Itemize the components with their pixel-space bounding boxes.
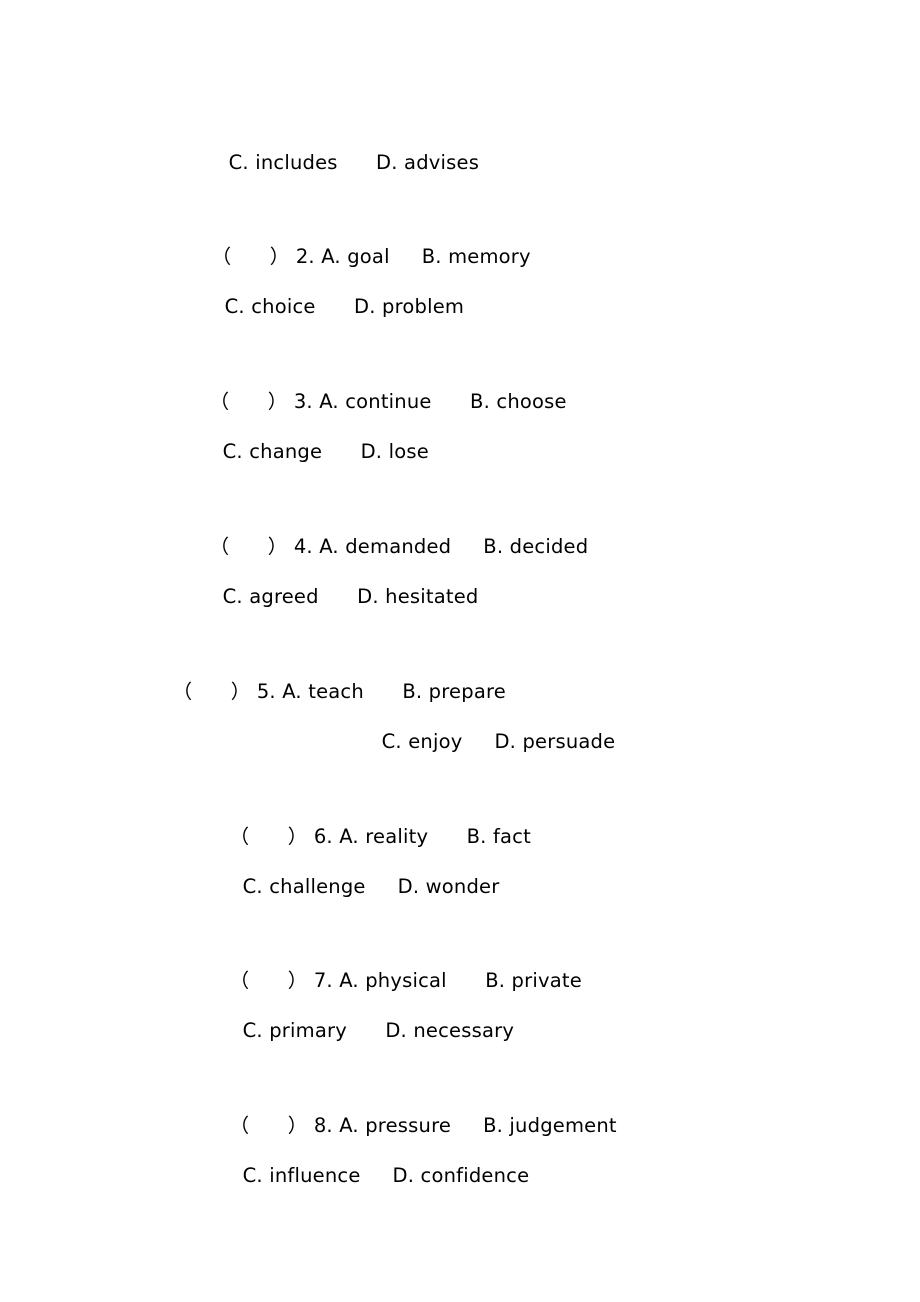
question-5-option-a: A. teach [282, 680, 364, 703]
question-2-options-cd-line: C. choice D. problem [199, 268, 464, 346]
question-6-option-a: A. reality [339, 825, 429, 848]
question-4-option-b: B. decided [483, 535, 589, 558]
question-3-option-d: D. lose [360, 440, 429, 463]
question-2-option-b: B. memory [421, 245, 531, 268]
question-6-number: 6. [313, 825, 333, 848]
question-6-option-c: C. challenge [242, 875, 366, 898]
question-2-option-a: A. goal [321, 245, 390, 268]
question-4-option-c: C. agreed [222, 585, 319, 608]
question-8-options-cd-line: C. influence D. confidence [217, 1137, 529, 1215]
question-7-option-b: B. private [485, 969, 582, 992]
question-7-option-d: D. necessary [385, 1019, 515, 1042]
question-6-option-b: B. fact [466, 825, 531, 848]
question-7-number: 7. [313, 969, 333, 992]
question-7-answer-blank[interactable]: （ ） [230, 969, 308, 992]
question-3-options-cd-line: C. change D. lose [197, 413, 429, 491]
question-3-option-c: C. change [222, 440, 323, 463]
question-2-number: 2. [295, 245, 315, 268]
question-3-option-a: A. continue [319, 390, 432, 413]
question-8-number: 8. [313, 1114, 333, 1137]
question-4-number: 4. [293, 535, 313, 558]
question-5-number: 5. [256, 680, 276, 703]
question-8-option-b: B. judgement [483, 1114, 617, 1137]
question-1-option-c: C. includes [228, 151, 338, 174]
question-7-options-cd-line: C. primary D. necessary [217, 992, 514, 1070]
question-5-options-cd-line: C. enjoy D. persuade [356, 703, 616, 781]
question-3-answer-blank[interactable]: （ ） [210, 390, 288, 413]
question-7-option-c: C. primary [242, 1019, 347, 1042]
question-4-option-d: D. hesitated [357, 585, 479, 608]
question-8-option-a: A. pressure [339, 1114, 452, 1137]
question-6-option-d: D. wonder [397, 875, 500, 898]
question-2-option-d: D. problem [353, 295, 465, 318]
question-8-option-d: D. confidence [392, 1164, 530, 1187]
question-1-options-cd-line: C. includes D. advises [203, 124, 479, 202]
question-3-option-b: B. choose [470, 390, 567, 413]
question-4-options-cd-line: C. agreed D. hesitated [197, 558, 479, 636]
question-2-answer-blank[interactable]: （ ） [212, 245, 290, 268]
question-6-options-cd-line: C. challenge D. wonder [217, 848, 500, 926]
question-5-option-b: B. prepare [402, 680, 506, 703]
question-7-option-a: A. physical [339, 969, 447, 992]
question-8-answer-blank[interactable]: （ ） [230, 1114, 308, 1137]
question-6-answer-blank[interactable]: （ ） [230, 825, 308, 848]
question-8-option-c: C. influence [242, 1164, 361, 1187]
question-5-answer-blank[interactable]: （ ） [173, 680, 251, 703]
question-3-number: 3. [293, 390, 313, 413]
question-4-answer-blank[interactable]: （ ） [210, 535, 288, 558]
question-2-option-c: C. choice [224, 295, 316, 318]
question-1-option-d: D. advises [376, 151, 480, 174]
worksheet-page: C. includes D. advises （ ） 2. A. goal B.… [0, 0, 920, 1302]
question-5-option-d: D. persuade [494, 730, 616, 753]
question-5-option-c: C. enjoy [381, 730, 463, 753]
question-4-option-a: A. demanded [319, 535, 452, 558]
